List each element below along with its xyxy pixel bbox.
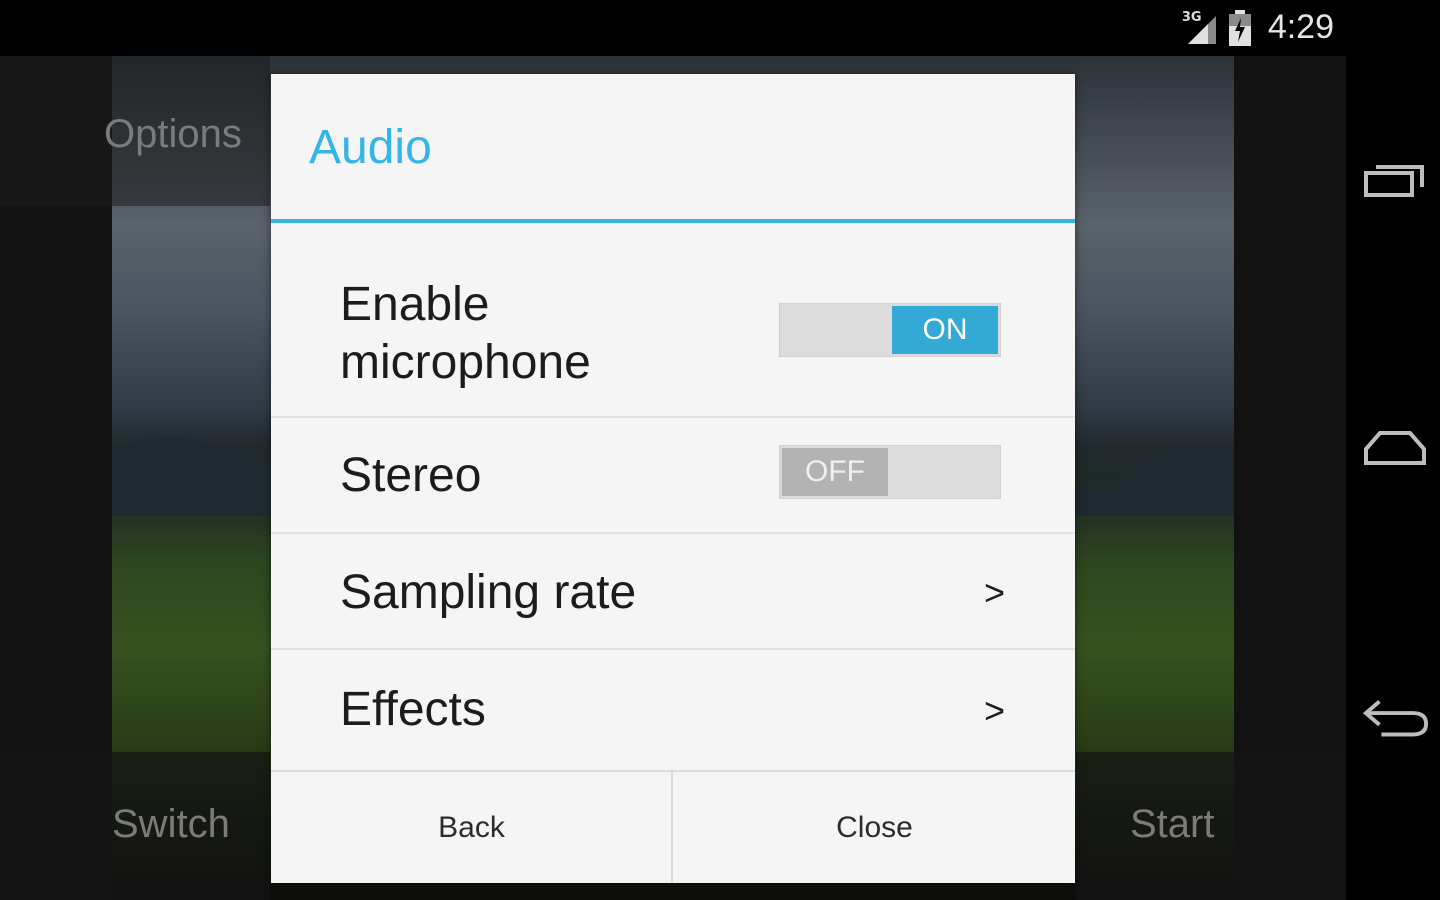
effects-row[interactable]: Effects > <box>271 650 1075 772</box>
stereo-row[interactable]: Stereo OFF <box>271 418 1075 534</box>
home-icon[interactable] <box>1360 422 1430 472</box>
sampling-rate-label: Sampling rate <box>340 566 637 619</box>
enable-microphone-row[interactable]: Enable microphone ON <box>271 223 1075 418</box>
stereo-toggle[interactable]: OFF <box>779 445 1001 499</box>
back-icon[interactable] <box>1360 692 1430 742</box>
sampling-rate-row[interactable]: Sampling rate > <box>271 534 1075 650</box>
dialog-footer: Back Close <box>271 772 1075 883</box>
toggle-thumb-on: ON <box>892 306 998 354</box>
options-button[interactable]: Options <box>104 112 242 157</box>
recent-apps-icon[interactable] <box>1360 154 1430 204</box>
enable-microphone-toggle[interactable]: ON <box>779 303 1001 357</box>
effects-label: Effects <box>340 683 486 736</box>
status-bar: 3G 4:29 <box>0 0 1440 56</box>
footer-divider <box>671 772 673 883</box>
stereo-label: Stereo <box>340 449 482 502</box>
toggle-thumb-off: OFF <box>782 448 888 496</box>
switch-button[interactable]: Switch <box>112 802 230 847</box>
audio-dialog: Audio Enable microphone ON Stereo OFF Sa… <box>271 74 1075 883</box>
back-button[interactable]: Back <box>271 772 672 883</box>
start-button[interactable]: Start <box>1130 802 1214 847</box>
chevron-right-icon: > <box>983 690 1005 731</box>
navigation-bar <box>1346 56 1440 900</box>
chevron-right-icon: > <box>983 572 1005 613</box>
status-icons: 3G 4:29 <box>1182 8 1334 47</box>
enable-microphone-label: Enable microphone <box>340 278 591 389</box>
close-button[interactable]: Close <box>674 772 1075 883</box>
signal-icon: 3G <box>1182 10 1218 46</box>
clock: 4:29 <box>1267 8 1334 46</box>
dialog-title: Audio <box>309 121 432 174</box>
battery-icon <box>1228 9 1252 46</box>
